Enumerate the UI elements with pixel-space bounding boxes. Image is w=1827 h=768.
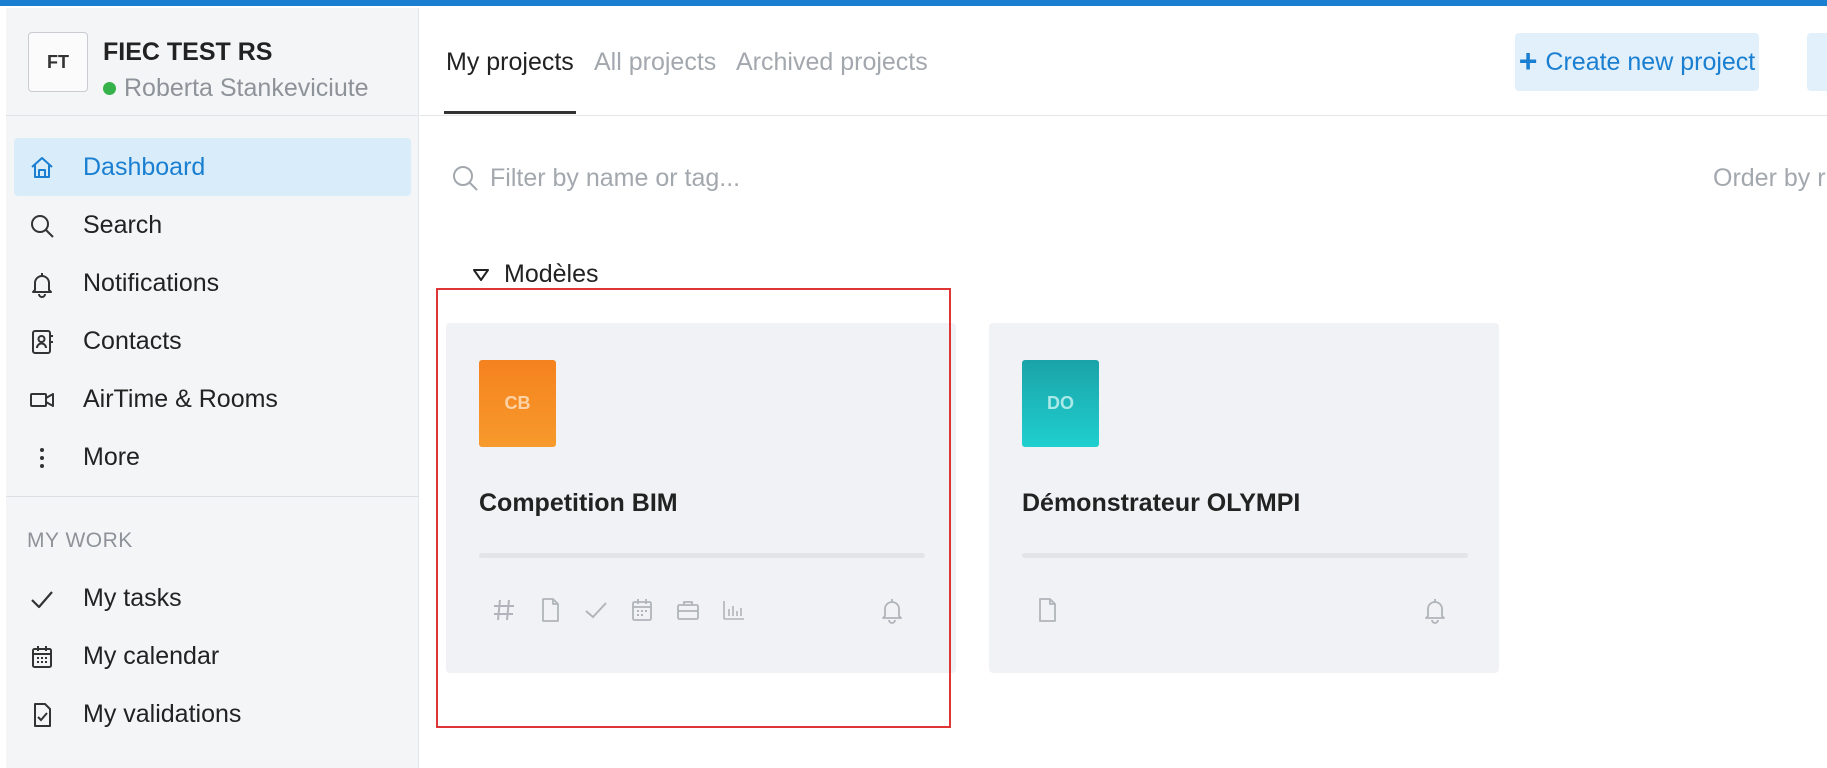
document-icon[interactable]	[537, 595, 583, 625]
collapse-triangle-icon	[473, 268, 489, 281]
tab-archived-projects[interactable]: Archived projects	[736, 48, 928, 77]
workspace-name: FIEC TEST RS	[103, 38, 273, 66]
nav-item-my-tasks[interactable]: My tasks	[14, 569, 411, 627]
active-tab-underline	[444, 111, 576, 114]
nav-item-more[interactable]: More	[14, 428, 411, 486]
nav-item-label: My calendar	[83, 642, 220, 670]
group-label: Modèles	[504, 260, 599, 288]
tab-all-projects[interactable]: All projects	[594, 48, 716, 77]
workspace-avatar[interactable]: FT	[28, 32, 88, 92]
online-status-dot	[103, 82, 116, 95]
create-new-project-label: Create new project	[1545, 47, 1756, 76]
filter-input[interactable]	[490, 163, 1090, 193]
nav-item-label: AirTime & Rooms	[83, 385, 278, 413]
nav-item-my-calendar[interactable]: My calendar	[14, 627, 411, 685]
bell-icon[interactable]	[877, 595, 907, 625]
project-progress-bar	[479, 553, 925, 558]
nav-item-label: Contacts	[83, 327, 182, 355]
nav-item-label: Notifications	[83, 269, 220, 297]
filter-bar	[450, 158, 1150, 198]
plus-icon: +	[1518, 42, 1538, 79]
workspace-user: Roberta Stankeviciute	[103, 74, 369, 103]
nav-item-label: Search	[83, 211, 163, 239]
video-icon	[30, 393, 54, 407]
main-content: My projects All projects Archived projec…	[420, 8, 1827, 768]
nav-item-search[interactable]: Search	[14, 196, 411, 254]
calendar-icon	[32, 646, 52, 668]
project-avatar: CB	[479, 360, 556, 447]
project-tabs: My projects All projects Archived projec…	[420, 8, 1827, 116]
user-name: Roberta Stankeviciute	[124, 74, 369, 102]
contacts-icon	[32, 330, 53, 354]
project-module-icons	[491, 595, 767, 625]
bell-icon	[32, 273, 52, 298]
more-vertical-icon	[40, 448, 44, 468]
project-avatar: DO	[1022, 360, 1099, 447]
project-progress-bar	[1022, 553, 1468, 558]
home-icon	[31, 157, 53, 178]
check-icon	[31, 591, 53, 609]
tab-my-projects[interactable]: My projects	[446, 48, 574, 77]
project-title: Démonstrateur OLYMPI	[1022, 489, 1301, 517]
section-title-my-work: MY WORK	[27, 529, 133, 552]
project-module-icons	[1034, 595, 1080, 625]
project-card-demonstrateur-olympi[interactable]: DO Démonstrateur OLYMPI	[989, 323, 1499, 673]
chart-icon[interactable]	[721, 595, 767, 625]
nav-item-dashboard[interactable]: Dashboard	[14, 138, 411, 196]
nav-item-my-validations[interactable]: My validations	[14, 685, 411, 743]
sidebar: FT FIEC TEST RS Roberta Stankeviciute Da…	[6, 8, 419, 768]
document-icon[interactable]	[1034, 595, 1080, 625]
briefcase-icon[interactable]	[675, 595, 721, 625]
secondary-button[interactable]	[1807, 33, 1827, 91]
check-icon[interactable]	[583, 595, 629, 625]
nav-item-label: More	[83, 443, 140, 471]
order-by-dropdown[interactable]: Order by r	[1713, 164, 1827, 193]
project-card-competition-bim[interactable]: CB Competition BIM	[446, 323, 956, 673]
search-icon	[31, 215, 54, 238]
nav-item-label: My validations	[83, 700, 242, 728]
nav-item-notifications[interactable]: Notifications	[14, 254, 411, 312]
search-icon	[453, 166, 478, 191]
nav-item-airtime-rooms[interactable]: AirTime & Rooms	[14, 370, 411, 428]
create-new-project-button[interactable]: + Create new project	[1515, 33, 1759, 91]
nav-item-label: My tasks	[83, 584, 182, 612]
nav-item-contacts[interactable]: Contacts	[14, 312, 411, 370]
nav-item-label: Dashboard	[83, 153, 206, 181]
hash-icon[interactable]	[491, 595, 537, 625]
workspace-header[interactable]: FT FIEC TEST RS Roberta Stankeviciute	[6, 8, 419, 116]
validation-icon	[34, 703, 51, 727]
my-work-nav: My tasks My calendar My validations	[6, 569, 419, 743]
calendar-icon[interactable]	[629, 595, 675, 625]
group-header-modeles[interactable]: Modèles	[472, 260, 599, 289]
project-title: Competition BIM	[479, 489, 678, 517]
bell-icon[interactable]	[1420, 595, 1450, 625]
top-accent-line	[0, 0, 1827, 6]
nav-divider	[6, 496, 419, 497]
main-nav: Dashboard Search Notifications Contacts …	[6, 138, 419, 743]
